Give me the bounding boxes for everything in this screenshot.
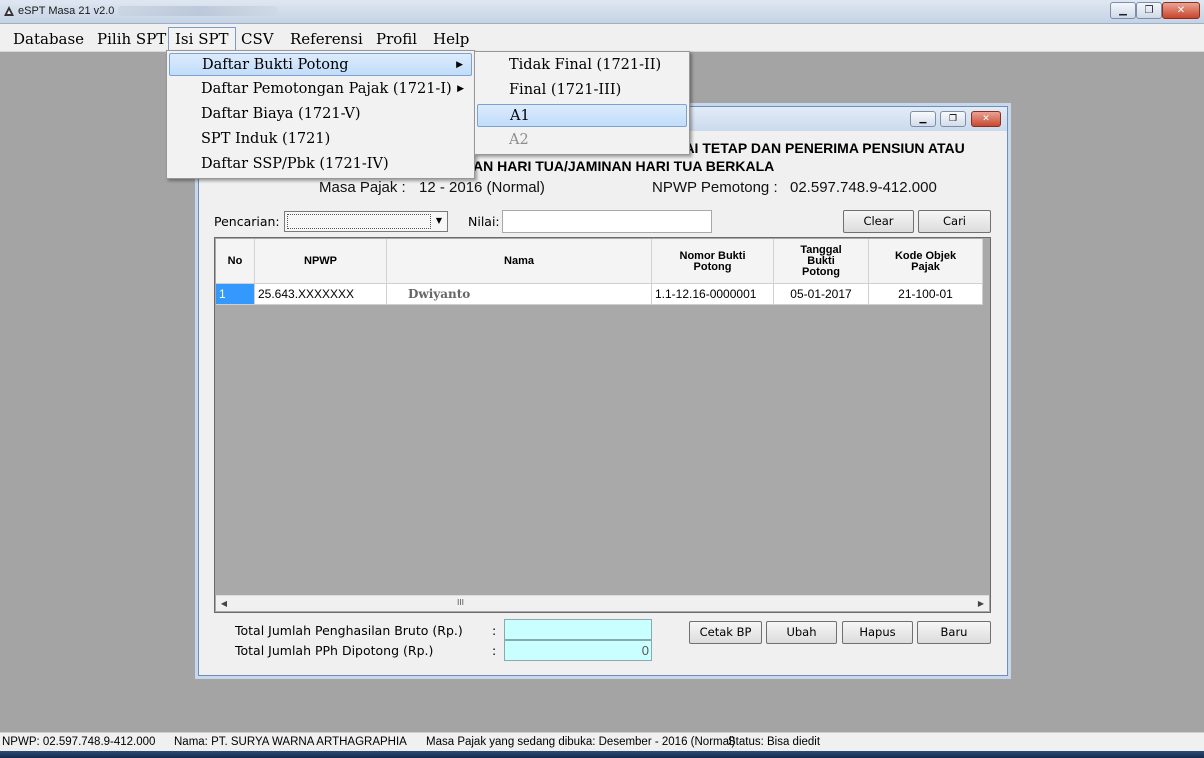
masa-pajak-value: 12 - 2016 (Normal)	[419, 179, 545, 196]
total-pph-colon: :	[492, 643, 497, 658]
menu-isi-spt[interactable]: Isi SPT	[168, 27, 236, 51]
status-masa-pajak: Masa Pajak yang sedang dibuka: Desember …	[426, 736, 736, 748]
menu-database[interactable]: Database	[7, 28, 90, 50]
menu-item-final[interactable]: Final (1721-III)	[477, 79, 687, 102]
menu-pilih-spt[interactable]: Pilih SPT	[91, 28, 172, 50]
horizontal-scrollbar[interactable]: ◀ III ▶	[216, 595, 989, 611]
column-header-no[interactable]: No	[216, 239, 255, 284]
total-bruto-colon: :	[492, 623, 497, 638]
child-restore-button[interactable]: ❐	[940, 111, 966, 127]
pencarian-label: Pencarian:	[214, 214, 280, 229]
form-header-line2: AN HARI TUA/JAMINAN HARI TUA BERKALA	[473, 158, 775, 174]
hapus-button[interactable]: Hapus	[842, 621, 913, 644]
minimize-icon: ▁	[1119, 5, 1127, 16]
column-header-tanggal-bukti-potong[interactable]: Tanggal Bukti Potong	[774, 239, 869, 284]
child-close-button[interactable]: ✕	[971, 111, 1001, 127]
column-header-kode-objek-pajak[interactable]: Kode Objek Pajak	[869, 239, 983, 284]
cell-npwp[interactable]: 25.643.XXXXXXX	[255, 284, 387, 305]
total-pph-value: 0	[504, 640, 652, 661]
cetak-bp-button[interactable]: Cetak BP	[689, 621, 762, 644]
form-header-line1: WAI TETAP DAN PENERIMA PENSIUN ATAU	[672, 140, 965, 156]
cell-nama[interactable]: Dwiyanto	[387, 284, 652, 305]
cell-no[interactable]: 1	[216, 284, 255, 305]
grid-header: No NPWP Nama Nomor Bukti Potong Tanggal …	[216, 239, 983, 284]
status-npwp: NPWP: 02.597.748.9-412.000	[2, 736, 156, 748]
menu-csv[interactable]: CSV	[235, 28, 280, 50]
restore-icon: ❐	[1144, 5, 1154, 16]
cari-button[interactable]: Cari	[918, 210, 991, 233]
status-nama: Nama: PT. SURYA WARNA ARTHAGRAPHIA	[174, 736, 407, 748]
nilai-input[interactable]	[502, 210, 712, 233]
scroll-right-icon[interactable]: ▶	[973, 596, 989, 611]
bukti-potong-submenu: Tidak Final (1721-II) Final (1721-III) A…	[474, 51, 690, 155]
maximize-button[interactable]: ❐	[1136, 2, 1162, 19]
status-edit: Status: Bisa diedit	[728, 736, 821, 748]
menu-help[interactable]: Help	[427, 28, 475, 50]
ubah-button[interactable]: Ubah	[766, 621, 837, 644]
submenu-arrow-icon: ▶	[456, 60, 463, 70]
table-row[interactable]: 1 25.643.XXXXXXX Dwiyanto 1.1-12.16-0000…	[216, 284, 983, 305]
taskbar	[0, 751, 1204, 758]
menu-profil[interactable]: Profil	[370, 28, 423, 50]
nilai-label: Nilai:	[468, 214, 500, 229]
masa-pajak-label: Masa Pajak :	[319, 179, 406, 196]
child-minimize-button[interactable]: ▁	[910, 111, 936, 127]
bukti-potong-grid[interactable]: No NPWP Nama Nomor Bukti Potong Tanggal …	[214, 237, 991, 613]
menu-item-daftar-bukti-potong[interactable]: Daftar Bukti Potong ▶	[169, 53, 472, 76]
close-button[interactable]: ✕	[1162, 2, 1200, 19]
npwp-pemotong-value: 02.597.748.9-412.000	[790, 179, 937, 196]
close-icon: ✕	[982, 114, 990, 124]
total-pph-label: Total Jumlah PPh Dipotong (Rp.)	[235, 643, 434, 658]
column-header-nomor-bukti-potong[interactable]: Nomor Bukti Potong	[652, 239, 774, 284]
baru-button[interactable]: Baru	[917, 621, 991, 644]
app-icon	[4, 6, 14, 16]
minimize-icon: ▁	[919, 114, 927, 124]
window-title: eSPT Masa 21 v2.0	[18, 5, 115, 17]
pencarian-combo[interactable]: ▼	[284, 211, 448, 232]
scroll-thumb[interactable]: III	[233, 598, 688, 609]
title-blur	[118, 6, 278, 16]
menu-item-a1[interactable]: A1	[477, 104, 687, 127]
column-header-npwp[interactable]: NPWP	[255, 239, 387, 284]
menu-referensi[interactable]: Referensi	[284, 28, 369, 50]
column-header-nama[interactable]: Nama	[387, 239, 652, 284]
menu-item-spt-induk[interactable]: SPT Induk (1721)	[169, 128, 472, 151]
total-bruto-value	[504, 619, 652, 640]
menu-item-daftar-ssp-pbk[interactable]: Daftar SSP/Pbk (1721-IV)	[169, 153, 472, 176]
menu-item-daftar-pemotongan-pajak[interactable]: Daftar Pemotongan Pajak (1721-I) ▶	[169, 78, 472, 101]
restore-icon: ❐	[948, 114, 958, 124]
menu-bar: Database Pilih SPT Isi SPT CSV Referensi…	[0, 24, 1204, 52]
close-icon: ✕	[1176, 5, 1186, 16]
total-bruto-label: Total Jumlah Penghasilan Bruto (Rp.)	[235, 623, 463, 638]
cell-tanggal[interactable]: 05-01-2017	[774, 284, 869, 305]
npwp-pemotong-label: NPWP Pemotong :	[652, 179, 778, 196]
menu-item-a2: A2	[509, 132, 529, 148]
minimize-button[interactable]: ▁	[1110, 2, 1136, 19]
status-bar: NPWP: 02.597.748.9-412.000 Nama: PT. SUR…	[0, 732, 1204, 751]
menu-item-tidak-final[interactable]: Tidak Final (1721-II)	[477, 54, 687, 77]
cell-nomor-bukti-potong[interactable]: 1.1-12.16-0000001	[652, 284, 774, 305]
clear-button[interactable]: Clear	[843, 210, 914, 233]
title-bar: eSPT Masa 21 v2.0 ▁ ❐ ✕	[0, 0, 1204, 24]
scroll-left-icon[interactable]: ◀	[216, 596, 232, 611]
cell-kode-objek-pajak[interactable]: 21-100-01	[869, 284, 983, 305]
submenu-arrow-icon: ▶	[457, 84, 464, 94]
menu-item-daftar-biaya[interactable]: Daftar Biaya (1721-V)	[169, 103, 472, 126]
chevron-down-icon: ▼	[435, 216, 443, 225]
isi-spt-menu: Daftar Bukti Potong ▶ Daftar Pemotongan …	[166, 50, 475, 179]
